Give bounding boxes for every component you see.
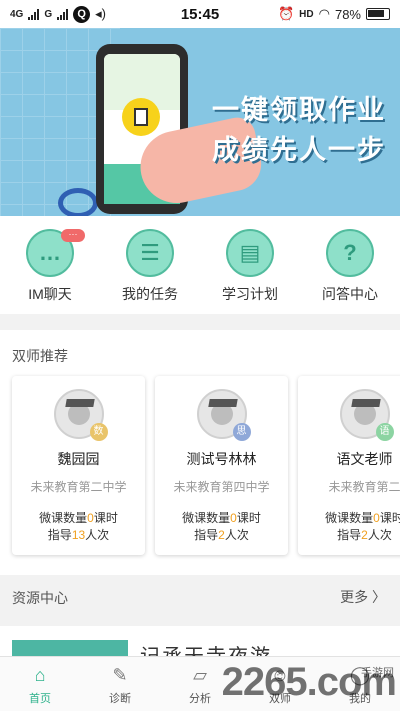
edit-icon: ✎	[112, 665, 128, 685]
tab-label: 首页	[29, 693, 51, 705]
tab-label: 诊断	[109, 693, 131, 705]
task-list-icon: ☰	[126, 229, 174, 277]
section-title: 资源中心	[12, 590, 68, 606]
subject-badge: 语	[375, 423, 394, 441]
status-bar: 4G G Q ◂) 15:45 ⏰ HD ◠ 78%	[0, 0, 400, 28]
teacher-avatar: 思	[196, 389, 251, 441]
teacher-card-list[interactable]: 数 魏园园 未来教育第二中学 微课数量0课时 指导13人次 思 测试号林林 未来…	[12, 376, 400, 555]
teacher-name: 语文老师	[336, 451, 393, 467]
quick-item-im-chat[interactable]: … ··· IM聊天	[0, 216, 100, 314]
guided-count-prefix: 指导	[337, 528, 362, 542]
guided-count: 13	[71, 528, 86, 542]
teacher-name: 测试号林林	[186, 451, 257, 467]
app-root: 4G G Q ◂) 15:45 ⏰ HD ◠ 78% 一键领取作业 成绩先人一步	[0, 0, 400, 711]
quick-item-my-tasks[interactable]: ☰ 我的任务	[100, 216, 200, 314]
signal-icon	[28, 8, 40, 20]
teacher-card[interactable]: 思 测试号林林 未来教育第四中学 微课数量0课时 指导2人次	[155, 376, 288, 555]
subject-badge: 数	[89, 423, 108, 441]
guided-count: 2	[218, 528, 225, 542]
banner-subheadline: 成绩先人一步	[212, 135, 386, 165]
guided-count-suffix: 人次	[224, 528, 249, 542]
home-icon: ⌂	[34, 665, 46, 685]
quick-item-label: 学习计划	[222, 286, 278, 302]
quick-item-label: 我的任务	[122, 286, 178, 302]
question-icon: ?	[326, 229, 374, 277]
quick-item-label: 问答中心	[322, 286, 378, 302]
signal-icon	[57, 8, 69, 20]
section-title: 双师推荐	[12, 348, 68, 364]
lesson-count: 0	[230, 511, 237, 525]
teacher-avatar: 语	[339, 389, 394, 441]
teacher-school: 未来教育第二	[328, 480, 400, 494]
network-label: HD	[299, 8, 314, 20]
wifi-icon: ◠	[318, 6, 330, 21]
tab-home[interactable]: ⌂ 首页	[0, 657, 80, 711]
study-plan-icon: ▤	[226, 229, 274, 277]
teacher-avatar: 数	[53, 389, 108, 441]
teacher-recommend-section: 双师推荐 数 魏园园 未来教育第二中学 微课数量0课时 指导13人次 思 测试号…	[0, 330, 400, 575]
teacher-card[interactable]: 数 魏园园 未来教育第二中学 微课数量0课时 指导13人次	[12, 376, 145, 555]
chevron-right-icon: 〉	[372, 589, 386, 605]
guided-count-suffix: 人次	[367, 528, 392, 542]
scissors-icon	[58, 188, 98, 216]
guided-count-suffix: 人次	[85, 528, 110, 542]
subject-badge: 思	[232, 423, 251, 441]
lesson-count: 0	[373, 511, 380, 525]
status-time: 15:45	[180, 5, 220, 23]
watermark-sub: 手游网	[361, 667, 394, 679]
lesson-count-suffix: 课时	[93, 511, 118, 525]
guided-count: 2	[361, 528, 368, 542]
lesson-count-suffix: 课时	[236, 511, 261, 525]
status-left: 4G G Q ◂)	[10, 5, 106, 23]
guided-count-line: 指导2人次	[194, 526, 249, 543]
resource-center-header: 资源中心 更多 〉	[0, 575, 400, 617]
lesson-count-line: 微课数量0课时	[182, 509, 261, 526]
lesson-count-line: 微课数量0课时	[39, 509, 118, 526]
banner-headline: 一键领取作业	[212, 95, 386, 125]
lesson-count-prefix: 微课数量	[325, 511, 374, 525]
battery-percent: 78%	[334, 6, 361, 22]
document-icon	[122, 98, 160, 136]
guided-count-prefix: 指导	[47, 528, 72, 542]
more-link[interactable]: 更多 〉	[340, 587, 386, 607]
guided-count-prefix: 指导	[194, 528, 219, 542]
quick-item-label: IM聊天	[28, 286, 72, 302]
app-notification-icon: Q	[73, 5, 91, 23]
lesson-count-prefix: 微课数量	[182, 511, 231, 525]
quick-item-study-plan[interactable]: ▤ 学习计划	[200, 216, 300, 314]
guided-count-line: 指导13人次	[48, 526, 109, 543]
quick-item-qa-center[interactable]: ? 问答中心	[300, 216, 400, 314]
carrier-2-label: G	[44, 8, 53, 20]
tab-label: 分析	[189, 693, 211, 705]
lesson-count-suffix: 课时	[379, 511, 400, 525]
teacher-school: 未来教育第四中学	[173, 480, 270, 494]
unread-badge: ···	[61, 229, 85, 242]
lesson-count-line: 微课数量0课时	[325, 509, 400, 526]
guided-count-line: 指导2人次	[337, 526, 392, 543]
alarm-off-icon: ⏰	[277, 6, 295, 21]
chart-icon: ▱	[193, 665, 207, 685]
lesson-count-prefix: 微课数量	[39, 511, 88, 525]
battery-icon	[366, 8, 390, 20]
lesson-count: 0	[87, 511, 94, 525]
quick-menu: … ··· IM聊天 ☰ 我的任务 ▤ 学习计划 ? 问答中心	[0, 216, 400, 314]
promo-banner[interactable]: 一键领取作业 成绩先人一步	[0, 28, 400, 216]
teacher-card[interactable]: 语 语文老师 未来教育第二 微课数量0课时 指导2人次	[298, 376, 400, 555]
status-right: ⏰ HD ◠ 78%	[278, 6, 390, 22]
vibrate-icon: ◂)	[95, 6, 106, 21]
teacher-name: 魏园园	[57, 451, 100, 467]
more-link-label: 更多	[340, 589, 369, 605]
carrier-1-label: 4G	[10, 8, 24, 20]
teacher-school: 未来教育第二中学	[30, 480, 127, 494]
tab-diagnose[interactable]: ✎ 诊断	[80, 657, 160, 711]
